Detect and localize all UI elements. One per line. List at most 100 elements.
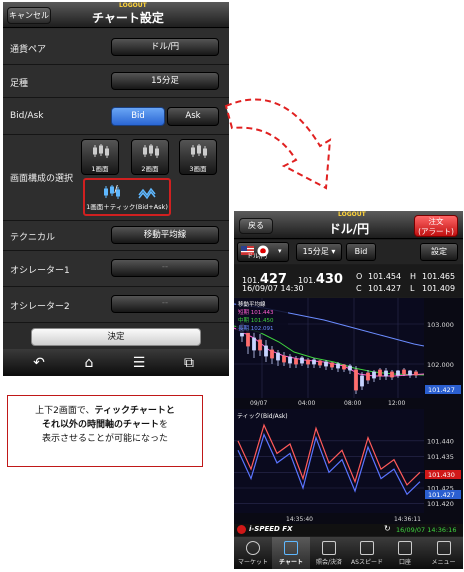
nav-as-speed[interactable]: ASスピード [348, 537, 386, 569]
quote-date: 16/09/07 14:30 [242, 284, 304, 293]
layout-3pane-label: 3画面 [189, 165, 207, 173]
status-footer: i-SPEED FX ↻ 16/09/07 14:36:16 [234, 524, 463, 536]
oscillator1-select[interactable]: -- [111, 259, 219, 277]
android-nav-bar: ↶ ⌂ ☰ ⧉ [3, 349, 229, 376]
nav-chart-label: チャート [279, 559, 303, 566]
bottom-nav: マーケット チャート 照会/決済 ASスピード 口座 メニュー [234, 537, 463, 569]
chevron-down-icon: ▾ [331, 247, 336, 256]
lower-current-ask: 101.430 [428, 471, 455, 479]
ask-toggle[interactable]: Ask [167, 107, 219, 126]
alert-label: (アラート) [418, 227, 454, 236]
order-label: 注文 [428, 217, 444, 226]
pair-label: ドル/円 [246, 253, 268, 260]
combo-label: 1画面＋ティック(Bid+Ask) [86, 203, 168, 211]
nav-account[interactable]: 口座 [386, 537, 424, 569]
interval-select[interactable]: 15分足 ▾ [296, 243, 342, 261]
upper-xaxis-label: 09/07 [250, 400, 267, 407]
refresh-icon[interactable]: ↻ [384, 524, 391, 533]
footer-time: 16/09/07 14:36:16 [396, 526, 457, 534]
technical-select[interactable]: 移動平均線 [111, 226, 219, 244]
interval-value: 15分足 [302, 247, 329, 256]
ask-price-big: 430 [315, 272, 343, 287]
lower-xaxis-label: 14:35:40 [286, 516, 313, 523]
tick-axis-label: 101.420 [427, 500, 454, 508]
pair-select[interactable]: ドル/円 [111, 38, 219, 56]
chevron-down-icon: ▾ [278, 247, 282, 255]
upper-xaxis-label: 08:00 [344, 400, 361, 407]
bidask-label: Bid/Ask [10, 111, 44, 121]
interval-select[interactable]: 15分足 [111, 72, 219, 90]
ma-legend-title: 移動平均線 [238, 300, 266, 308]
settings-row-oscillator1: オシレーター1 -- [3, 251, 229, 287]
settings-row-technical: テクニカル 移動平均線 [3, 221, 229, 251]
close-label: C [356, 284, 362, 293]
candlestick-icon [143, 144, 159, 158]
open-label: O [356, 272, 363, 281]
nav-market[interactable]: マーケット [234, 537, 272, 569]
settings-button[interactable]: 設定 [420, 243, 458, 261]
callout-line-1: 上下2画面で、ティックチャートと [12, 404, 198, 418]
oscillator2-select[interactable]: -- [111, 295, 219, 313]
candlestick-icon [93, 144, 109, 158]
layout-2pane-button[interactable]: 2画面 [131, 139, 169, 175]
lower-xaxis-bg [234, 513, 463, 524]
nav-inquiry[interactable]: 照会/決済 [310, 537, 348, 569]
upper-xaxis-label: 12:00 [388, 400, 405, 407]
confirm-button[interactable]: 決定 [31, 328, 201, 346]
callout-text: を [158, 420, 168, 430]
chart-icon [284, 541, 298, 555]
upper-current-price: 101.427 [428, 386, 455, 394]
callout-emphasis: それ以外の時間軸のチャート [42, 420, 159, 430]
chart-title: ドル/円 [328, 222, 370, 236]
lower-current-bid: 101.427 [428, 491, 455, 499]
account-icon [398, 541, 412, 555]
chart-area[interactable]: 103.000 102.000 101.427 09/07 04:00 08:0… [234, 298, 463, 524]
oscillator2-label: オシレーター2 [10, 302, 70, 312]
cancel-button[interactable]: キャンセル [7, 7, 51, 24]
feature-callout: 上下2画面で、ティックチャートと それ以外の時間軸のチャートを 表示させることが… [7, 395, 203, 467]
recent-apps-icon[interactable]: ⧉ [181, 355, 197, 371]
nav-menu[interactable]: メニュー [424, 537, 463, 569]
upper-axis-bg [424, 298, 463, 398]
layout-3pane-button[interactable]: 3画面 [179, 139, 217, 175]
menu-icon [436, 541, 451, 555]
nav-inquiry-label: 照会/決済 [315, 559, 343, 566]
open-value: 101.454 [368, 272, 402, 281]
logout-link[interactable]: LOGOUT [338, 211, 366, 218]
ma-legend-long: 長期 102.091 [238, 325, 274, 332]
chart-settings-screen: キャンセル LOGOUT チャート設定 通貨ペア ドル/円 足種 15分足 Bi… [3, 2, 229, 376]
settings-header: キャンセル LOGOUT チャート設定 [3, 2, 229, 28]
logout-link[interactable]: LOGOUT [119, 2, 147, 9]
pair-select[interactable]: ドル/円 ▾ [237, 242, 289, 262]
low-label: L [410, 284, 415, 293]
upper-xaxis-label: 04:00 [298, 400, 315, 407]
bidask-select[interactable]: Bid [346, 243, 376, 261]
upper-axis-label: 103.000 [427, 321, 454, 329]
layout-2pane-label: 2画面 [141, 165, 159, 173]
back-button[interactable]: 戻る [239, 218, 273, 234]
layout-tick-combo-button[interactable]: / 1画面＋ティック(Bid+Ask) [83, 178, 171, 216]
order-alert-button[interactable]: 注文 (アラート) [414, 215, 458, 237]
layout-1pane-label: 1画面 [91, 165, 109, 173]
lower-xaxis-label: 14:36:11 [394, 516, 421, 523]
back-arrow-icon[interactable]: ↶ [31, 355, 47, 371]
market-icon [246, 541, 260, 555]
nav-chart[interactable]: チャート [272, 537, 310, 569]
candlestick-icon [191, 144, 207, 158]
bid-toggle[interactable]: Bid [111, 107, 165, 126]
high-value: 101.465 [422, 272, 456, 281]
ma-legend-mid: 中期 101.450 [238, 316, 274, 324]
nav-menu-label: メニュー [431, 559, 456, 566]
settings-row-interval: 足種 15分足 [3, 65, 229, 98]
chart-screen: 戻る LOGOUT ドル/円 注文 (アラート) ドル/円 ▾ 15分足 ▾ B… [234, 211, 463, 569]
callout-emphasis: ティックチャートと [94, 406, 175, 416]
tick-chart-title: ティック(Bid/Ask) [237, 413, 288, 420]
home-icon[interactable]: ⌂ [81, 355, 97, 371]
layout-1pane-button[interactable]: 1画面 [81, 139, 119, 175]
nav-account-label: 口座 [398, 559, 411, 566]
high-label: H [410, 272, 417, 281]
oscillator1-label: オシレーター1 [10, 266, 70, 276]
menu-icon[interactable]: ☰ [131, 355, 147, 371]
nav-market-label: マーケット [237, 559, 268, 566]
layout-label: 画面構成の選択 [10, 174, 74, 184]
